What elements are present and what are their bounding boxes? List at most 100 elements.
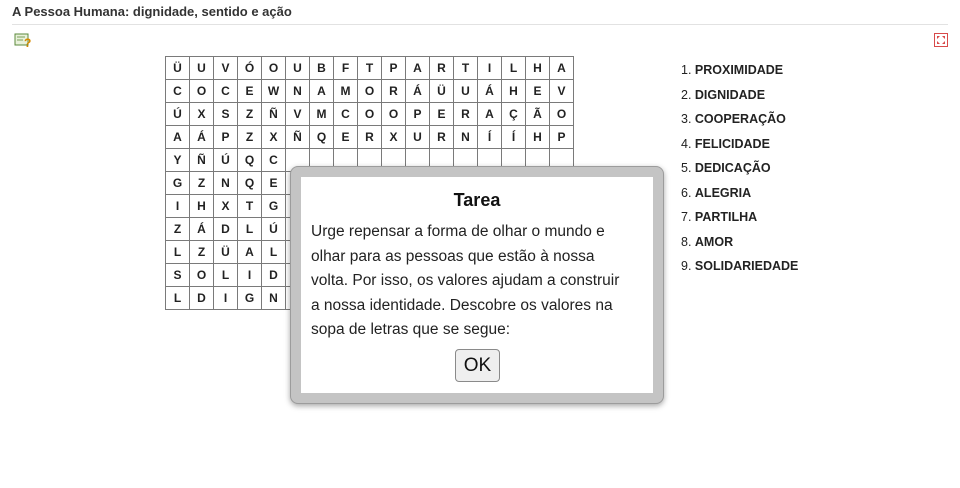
grid-cell[interactable]: R [381,79,406,103]
grid-cell[interactable]: C [261,148,286,172]
grid-cell[interactable]: H [525,125,550,149]
grid-cell[interactable]: L [501,56,526,80]
grid-cell[interactable]: I [165,194,190,218]
grid-cell[interactable]: O [357,79,382,103]
grid-cell[interactable]: D [261,263,286,287]
grid-cell[interactable]: W [261,79,286,103]
grid-cell[interactable]: F [333,56,358,80]
grid-cell[interactable]: O [189,79,214,103]
grid-cell[interactable]: Á [189,125,214,149]
grid-cell[interactable]: O [549,102,574,126]
grid-cell[interactable]: M [309,102,334,126]
grid-cell[interactable]: O [357,102,382,126]
grid-cell[interactable]: P [405,102,430,126]
grid-cell[interactable]: N [213,171,238,195]
grid-cell[interactable]: T [237,194,262,218]
grid-cell[interactable]: E [429,102,454,126]
grid-cell[interactable]: U [405,125,430,149]
grid-cell[interactable]: H [525,56,550,80]
grid-cell[interactable]: P [213,125,238,149]
grid-cell[interactable]: D [189,286,214,310]
grid-cell[interactable]: Z [237,102,262,126]
grid-cell[interactable]: Á [477,79,502,103]
grid-cell[interactable]: Q [237,148,262,172]
grid-cell[interactable]: E [237,79,262,103]
grid-cell[interactable]: A [309,79,334,103]
grid-cell[interactable]: D [213,217,238,241]
grid-cell[interactable]: Ç [501,102,526,126]
grid-cell[interactable]: A [165,125,190,149]
ok-button[interactable]: OK [455,349,500,382]
grid-cell[interactable]: Z [165,217,190,241]
grid-cell[interactable]: Z [189,171,214,195]
grid-cell[interactable]: Ú [165,102,190,126]
grid-cell[interactable]: Ü [429,79,454,103]
grid-cell[interactable]: Ñ [189,148,214,172]
grid-cell[interactable]: R [429,56,454,80]
grid-cell[interactable]: R [453,102,478,126]
grid-cell[interactable]: Ú [213,148,238,172]
grid-cell[interactable]: U [453,79,478,103]
grid-cell[interactable]: G [237,286,262,310]
grid-cell[interactable]: N [285,79,310,103]
grid-cell[interactable]: A [477,102,502,126]
grid-cell[interactable]: Z [237,125,262,149]
grid-cell[interactable]: A [237,240,262,264]
grid-cell[interactable]: Ü [165,56,190,80]
grid-cell[interactable]: Í [501,125,526,149]
grid-cell[interactable]: Q [237,171,262,195]
grid-cell[interactable]: O [189,263,214,287]
grid-cell[interactable]: V [213,56,238,80]
grid-cell[interactable]: L [165,240,190,264]
grid-cell[interactable]: V [285,102,310,126]
grid-cell[interactable]: O [261,56,286,80]
grid-cell[interactable]: X [189,102,214,126]
grid-cell[interactable]: H [501,79,526,103]
grid-cell[interactable]: T [453,56,478,80]
grid-cell[interactable]: L [261,240,286,264]
grid-cell[interactable]: A [405,56,430,80]
grid-cell[interactable]: U [189,56,214,80]
grid-cell[interactable]: Á [189,217,214,241]
grid-cell[interactable]: Á [405,79,430,103]
grid-cell[interactable]: V [549,79,574,103]
grid-cell[interactable]: Ñ [285,125,310,149]
grid-cell[interactable]: O [381,102,406,126]
grid-cell[interactable]: I [237,263,262,287]
grid-cell[interactable]: L [213,263,238,287]
grid-cell[interactable]: Í [477,125,502,149]
grid-cell[interactable]: I [213,286,238,310]
grid-cell[interactable]: N [453,125,478,149]
grid-cell[interactable]: Ã [525,102,550,126]
grid-cell[interactable]: C [165,79,190,103]
grid-cell[interactable]: C [213,79,238,103]
grid-cell[interactable]: C [333,102,358,126]
grid-cell[interactable]: X [381,125,406,149]
grid-cell[interactable]: Ú [261,217,286,241]
grid-cell[interactable]: Z [189,240,214,264]
help-question-icon[interactable]: ? [14,32,32,48]
grid-cell[interactable]: Y [165,148,190,172]
grid-cell[interactable]: B [309,56,334,80]
grid-cell[interactable]: P [381,56,406,80]
grid-cell[interactable]: N [261,286,286,310]
grid-cell[interactable]: H [189,194,214,218]
grid-cell[interactable]: X [213,194,238,218]
grid-cell[interactable]: X [261,125,286,149]
grid-cell[interactable]: S [165,263,190,287]
grid-cell[interactable]: G [165,171,190,195]
grid-cell[interactable]: Ü [213,240,238,264]
grid-cell[interactable]: A [549,56,574,80]
grid-cell[interactable]: E [525,79,550,103]
grid-cell[interactable]: R [429,125,454,149]
grid-cell[interactable]: T [357,56,382,80]
grid-cell[interactable]: E [261,171,286,195]
grid-cell[interactable]: L [165,286,190,310]
grid-cell[interactable]: S [213,102,238,126]
grid-cell[interactable]: L [237,217,262,241]
grid-cell[interactable]: U [285,56,310,80]
grid-cell[interactable]: Q [309,125,334,149]
grid-cell[interactable]: Ñ [261,102,286,126]
fullscreen-icon[interactable] [934,33,948,47]
grid-cell[interactable]: M [333,79,358,103]
